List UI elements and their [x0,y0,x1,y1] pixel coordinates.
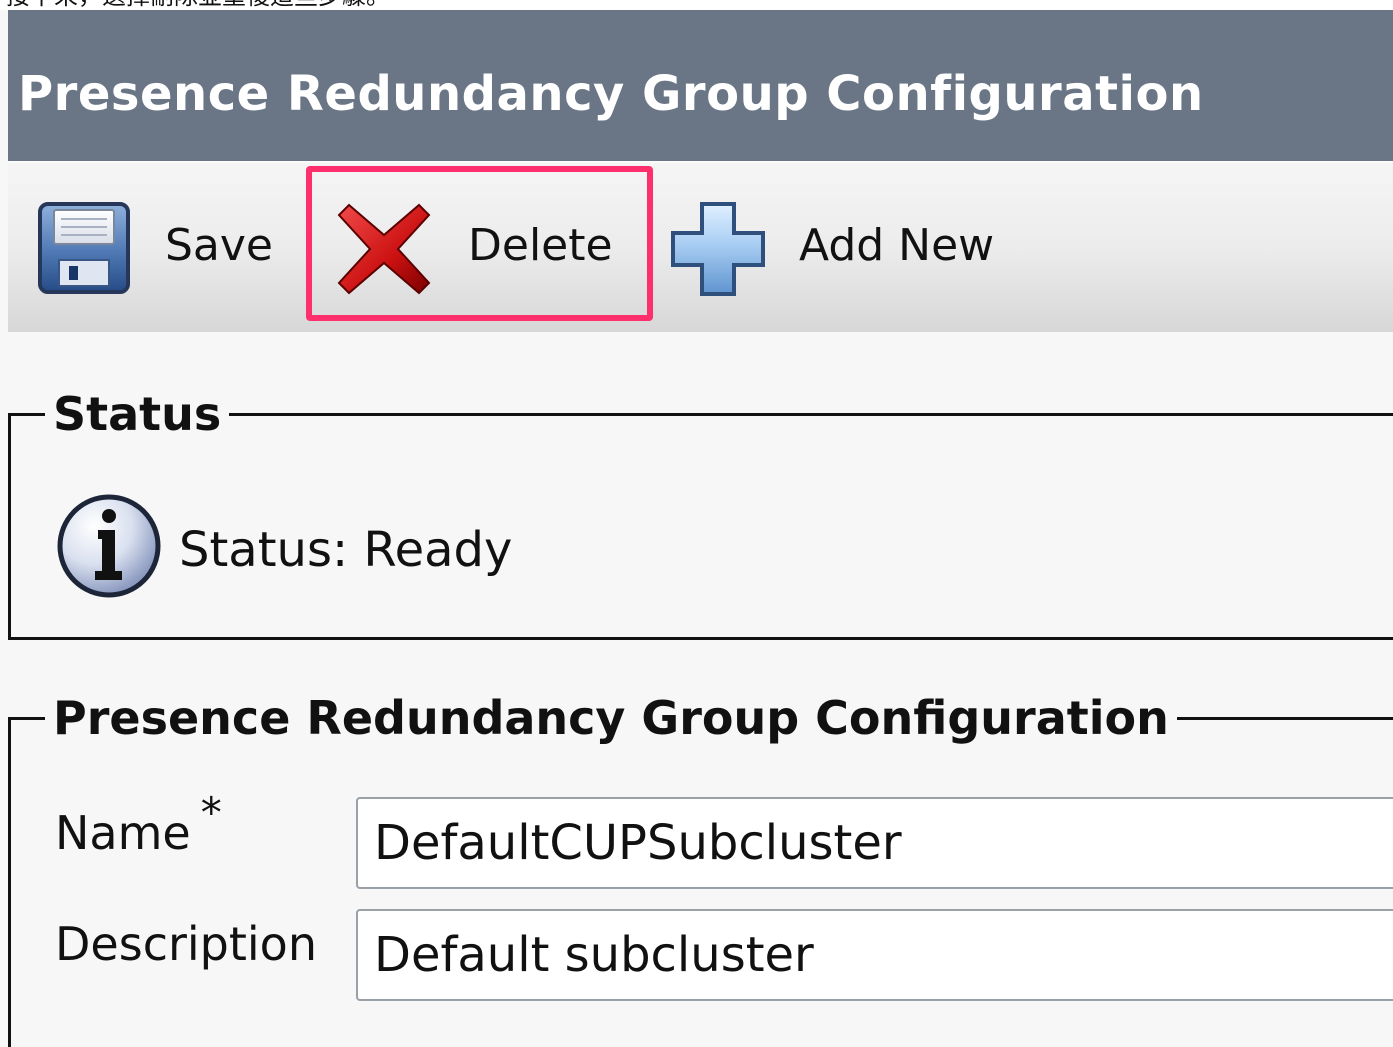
toolbar: Save Delete Add New [8,161,1393,332]
description-input[interactable]: Default subcluster [356,909,1393,1001]
floppy-disk-icon [34,199,134,299]
page-title: Presence Redundancy Group Configuration [18,66,1204,122]
name-label-text: Name [55,806,191,860]
name-input[interactable]: DefaultCUPSubcluster [356,797,1393,889]
name-label: Name * [55,792,222,862]
add-new-label: Add New [799,220,995,271]
red-x-icon [334,199,434,299]
required-marker: * [200,788,222,837]
status-legend: Status [45,386,230,442]
config-fieldset: Presence Redundancy Group Configuration … [8,690,1393,1047]
config-legend: Presence Redundancy Group Configuration [45,690,1177,746]
info-icon [55,492,163,600]
description-label: Description [55,917,317,971]
delete-button[interactable]: Delete [306,163,652,334]
delete-label: Delete [468,220,613,271]
status-fieldset: Status Status: Ready [8,386,1393,640]
save-label: Save [165,220,274,271]
page-header: Presence Redundancy Group Configuration [8,10,1393,161]
top-strip-text: 接下來，選擇刪除並重複這些步驟。 [6,0,390,8]
top-strip: 接下來，選擇刪除並重複這些步驟。 [0,0,1393,10]
add-new-button[interactable]: Add New [668,163,1028,334]
save-button[interactable]: Save [34,163,304,334]
status-text: Status: Ready [179,522,513,578]
blue-plus-icon [668,199,768,299]
